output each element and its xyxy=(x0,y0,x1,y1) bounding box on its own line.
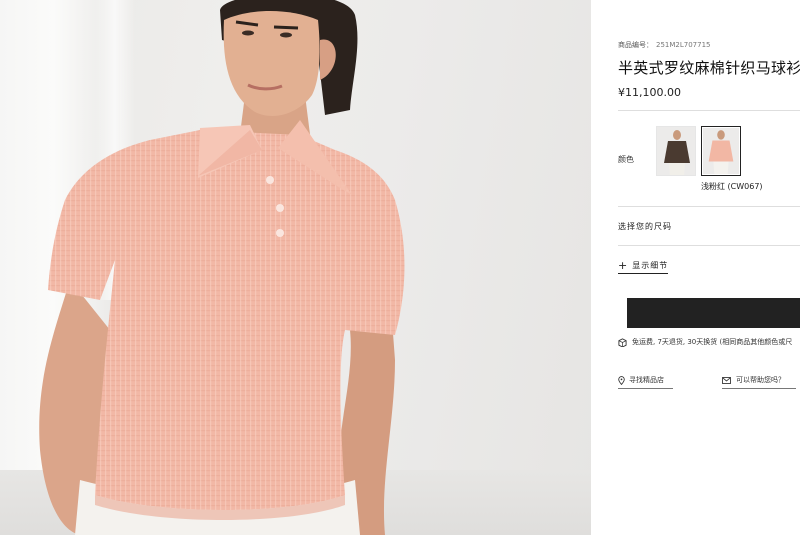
plus-icon: + xyxy=(618,258,628,272)
pink-polo-thumbnail xyxy=(702,127,740,175)
color-swatch-light-pink[interactable] xyxy=(701,126,741,176)
brown-polo-thumbnail xyxy=(657,127,695,175)
add-to-cart-button[interactable] xyxy=(627,298,800,328)
show-details-label: 显示细节 xyxy=(632,261,669,270)
selected-color-name: 浅粉红 (CW067) xyxy=(701,182,763,191)
color-label: 颜色 xyxy=(618,155,634,164)
mail-icon xyxy=(722,376,731,384)
size-selector[interactable]: 选择您的尺码 xyxy=(618,221,672,232)
sku-value: 251M2L707715 xyxy=(656,41,711,49)
model-illustration xyxy=(39,0,405,535)
help-link[interactable]: 可以帮助您吗？ xyxy=(722,375,796,389)
find-store-link[interactable]: 寻找精品店 xyxy=(618,375,673,389)
product-photo[interactable] xyxy=(0,0,591,535)
show-details-button[interactable]: + 显示细节 xyxy=(618,258,669,274)
sku-label: 商品编号： xyxy=(618,41,653,49)
shipping-text: 免运费, 7天退货, 30天换货 (相同商品其他颜色或尺 xyxy=(632,338,793,346)
color-swatch-brown[interactable] xyxy=(656,126,696,176)
sku-row: 商品编号： 251M2L707715 xyxy=(618,40,710,50)
box-icon xyxy=(618,337,627,347)
product-price: ¥11,100.00 xyxy=(618,86,681,99)
divider xyxy=(618,206,800,207)
find-store-label: 寻找精品店 xyxy=(629,376,664,384)
product-title: 半英式罗纹麻棉针织马球衫 xyxy=(618,59,800,77)
divider xyxy=(618,245,800,246)
help-label: 可以帮助您吗？ xyxy=(736,376,785,384)
product-info-panel: 商品编号： 251M2L707715 半英式罗纹麻棉针织马球衫 ¥11,100.0… xyxy=(591,0,800,535)
location-pin-icon xyxy=(618,375,625,385)
divider xyxy=(618,110,800,111)
shipping-info: 免运费, 7天退货, 30天换货 (相同商品其他颜色或尺 xyxy=(618,337,792,347)
